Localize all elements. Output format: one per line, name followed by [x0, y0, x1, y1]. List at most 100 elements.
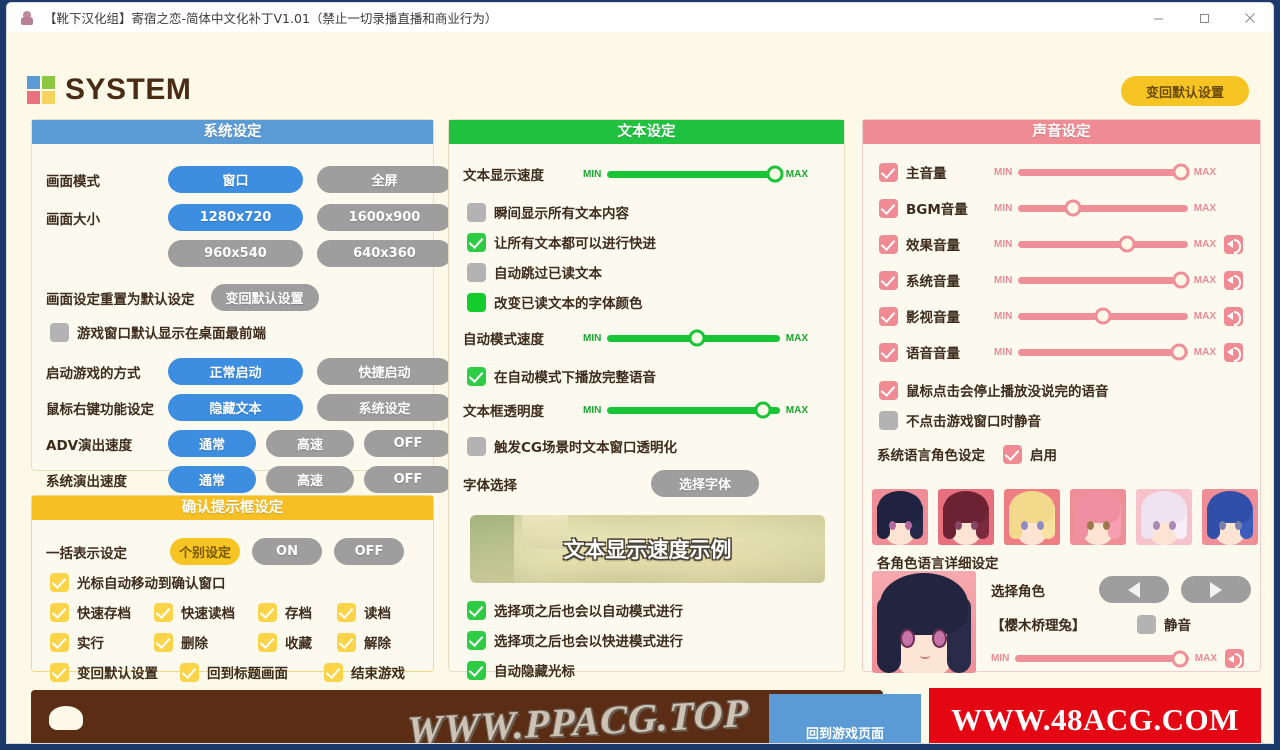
- screen-size-option-1600x900[interactable]: 1600x900: [317, 204, 452, 231]
- confirm-checkbox-load[interactable]: [337, 602, 356, 622]
- volume-track-master[interactable]: [1018, 163, 1190, 181]
- screen-size-option-960x540[interactable]: 960x540: [168, 240, 303, 267]
- text-speed-knob[interactable]: [766, 165, 784, 183]
- confirm-checkbox-quickload[interactable]: [154, 602, 173, 622]
- character-thumb-5[interactable]: [1136, 489, 1192, 545]
- font-select-button[interactable]: 选择字体: [651, 470, 759, 497]
- screen-size-option-640x360[interactable]: 640x360: [317, 240, 452, 267]
- volume-checkbox-master[interactable]: [879, 162, 898, 182]
- screen-mode-option-fullscreen[interactable]: 全屏: [317, 166, 452, 193]
- allow-skip-all-checkbox[interactable]: [467, 232, 486, 252]
- volume-slider-system[interactable]: MIN MAX: [994, 271, 1216, 289]
- character-volume-track[interactable]: [1015, 650, 1189, 667]
- cursor-auto-checkbox[interactable]: [50, 572, 69, 592]
- confirm-checkbox-execute[interactable]: [50, 632, 69, 652]
- confirm-checkbox-delete[interactable]: [154, 632, 173, 652]
- confirm-checkbox-exit-game[interactable]: [324, 662, 343, 682]
- speaker-icon-character[interactable]: [1225, 649, 1244, 668]
- volume-checkbox-effect[interactable]: [879, 234, 898, 254]
- confirm-checkbox-reset-default[interactable]: [50, 662, 69, 682]
- sys-speed-option-fast[interactable]: 高速: [266, 466, 354, 493]
- speaker-icon-system[interactable]: [1224, 270, 1243, 290]
- confirm-checkbox-unlock[interactable]: [337, 632, 356, 652]
- volume-checkbox-system[interactable]: [879, 270, 898, 290]
- next-arrow-icon[interactable]: [1181, 576, 1251, 603]
- character-thumb-2[interactable]: [938, 489, 994, 545]
- screen-mode-option-window[interactable]: 窗口: [168, 166, 303, 193]
- volume-slider-effect[interactable]: MIN MAX: [994, 235, 1216, 253]
- volume-checkbox-voice[interactable]: [879, 342, 898, 362]
- volume-track-effect[interactable]: [1018, 235, 1188, 253]
- volume-checkbox-movie[interactable]: [879, 306, 898, 326]
- volume-knob-movie[interactable]: [1094, 307, 1112, 325]
- prev-arrow-icon[interactable]: [1099, 576, 1169, 603]
- bulk-option-individual[interactable]: 个别设定: [170, 538, 240, 565]
- reset-display-button[interactable]: 变回默认设置: [210, 284, 319, 311]
- close-button[interactable]: [1227, 3, 1273, 33]
- volume-track-voice[interactable]: [1018, 343, 1188, 361]
- sys-speed-option-normal[interactable]: 通常: [168, 466, 256, 493]
- volume-knob-effect[interactable]: [1118, 235, 1136, 253]
- character-thumb-1[interactable]: [872, 489, 928, 545]
- character-volume-knob[interactable]: [1171, 650, 1189, 667]
- adv-speed-option-fast[interactable]: 高速: [266, 430, 354, 457]
- screen-size-option-1280x720[interactable]: 1280x720: [168, 204, 303, 231]
- confirm-checkbox-favorite[interactable]: [258, 632, 277, 652]
- maximize-button[interactable]: [1181, 3, 1227, 33]
- adv-speed-option-off[interactable]: OFF: [364, 430, 452, 457]
- character-mute-checkbox[interactable]: [1137, 614, 1156, 634]
- sys-speed-option-off[interactable]: OFF: [364, 466, 452, 493]
- cg-transparent-checkbox[interactable]: [467, 436, 486, 456]
- confirm-checkbox-quicksave[interactable]: [50, 602, 69, 622]
- auto-mode-after-choice-checkbox[interactable]: [467, 600, 486, 620]
- right-click-option-hide-text[interactable]: 隐藏文本: [168, 394, 303, 421]
- text-speed-slider[interactable]: MIN MAX: [583, 165, 808, 183]
- minimize-button[interactable]: [1135, 3, 1181, 33]
- box-opacity-slider[interactable]: MIN MAX: [583, 401, 808, 419]
- volume-checkbox-bgm[interactable]: [879, 198, 898, 218]
- auto-hide-cursor-checkbox[interactable]: [467, 660, 486, 680]
- volume-track-movie[interactable]: [1018, 307, 1188, 325]
- speaker-icon-movie[interactable]: [1224, 306, 1243, 326]
- right-click-option-system[interactable]: 系统设定: [317, 394, 452, 421]
- adv-speed-option-normal[interactable]: 通常: [168, 430, 256, 457]
- launch-mode-option-normal[interactable]: 正常启动: [168, 358, 303, 385]
- character-thumb-6[interactable]: [1202, 489, 1258, 545]
- change-read-color-checkbox[interactable]: [467, 292, 486, 312]
- volume-track-system[interactable]: [1018, 271, 1190, 289]
- speaker-icon-effect[interactable]: [1224, 234, 1243, 254]
- character-thumb-4[interactable]: [1070, 489, 1126, 545]
- auto-skip-read-checkbox[interactable]: [467, 262, 486, 282]
- auto-speed-slider[interactable]: MIN MAX: [583, 329, 808, 347]
- sys-lang-role-checkbox[interactable]: [1003, 444, 1022, 464]
- bulk-option-off[interactable]: OFF: [334, 538, 404, 565]
- box-opacity-knob[interactable]: [754, 401, 772, 419]
- volume-knob-master[interactable]: [1172, 163, 1190, 181]
- mute-unfocused-checkbox[interactable]: [879, 410, 898, 430]
- volume-slider-master[interactable]: MIN MAX: [994, 163, 1216, 181]
- volume-slider-bgm[interactable]: MIN MAX: [994, 199, 1216, 217]
- volume-knob-bgm[interactable]: [1064, 199, 1082, 217]
- instant-all-checkbox[interactable]: [467, 202, 486, 222]
- speaker-icon-voice[interactable]: [1224, 342, 1243, 362]
- auto-speed-knob[interactable]: [688, 329, 706, 347]
- reset-defaults-button[interactable]: 变回默认设置: [1121, 76, 1249, 106]
- launch-mode-option-quick[interactable]: 快捷启动: [317, 358, 452, 385]
- skip-mode-after-choice-checkbox[interactable]: [467, 630, 486, 650]
- confirm-checkbox-back-title[interactable]: [180, 662, 199, 682]
- confirm-checkbox-save[interactable]: [258, 602, 277, 622]
- volume-slider-movie[interactable]: MIN MAX: [994, 307, 1216, 325]
- auto-full-voice-checkbox[interactable]: [467, 366, 486, 386]
- box-opacity-track[interactable]: [607, 401, 780, 419]
- volume-track-bgm[interactable]: [1018, 199, 1188, 217]
- always-on-top-checkbox[interactable]: [50, 322, 69, 342]
- volume-knob-system[interactable]: [1172, 271, 1190, 289]
- volume-knob-voice[interactable]: [1170, 343, 1188, 361]
- text-speed-track[interactable]: [607, 165, 784, 183]
- bulk-option-on[interactable]: ON: [252, 538, 322, 565]
- character-volume-slider[interactable]: MIN MAX: [991, 650, 1217, 667]
- return-to-game-button[interactable]: 回到游戏页面: [769, 694, 921, 743]
- volume-slider-voice[interactable]: MIN MAX: [994, 343, 1216, 361]
- auto-speed-track[interactable]: [607, 329, 780, 347]
- stop-voice-on-click-checkbox[interactable]: [879, 380, 898, 400]
